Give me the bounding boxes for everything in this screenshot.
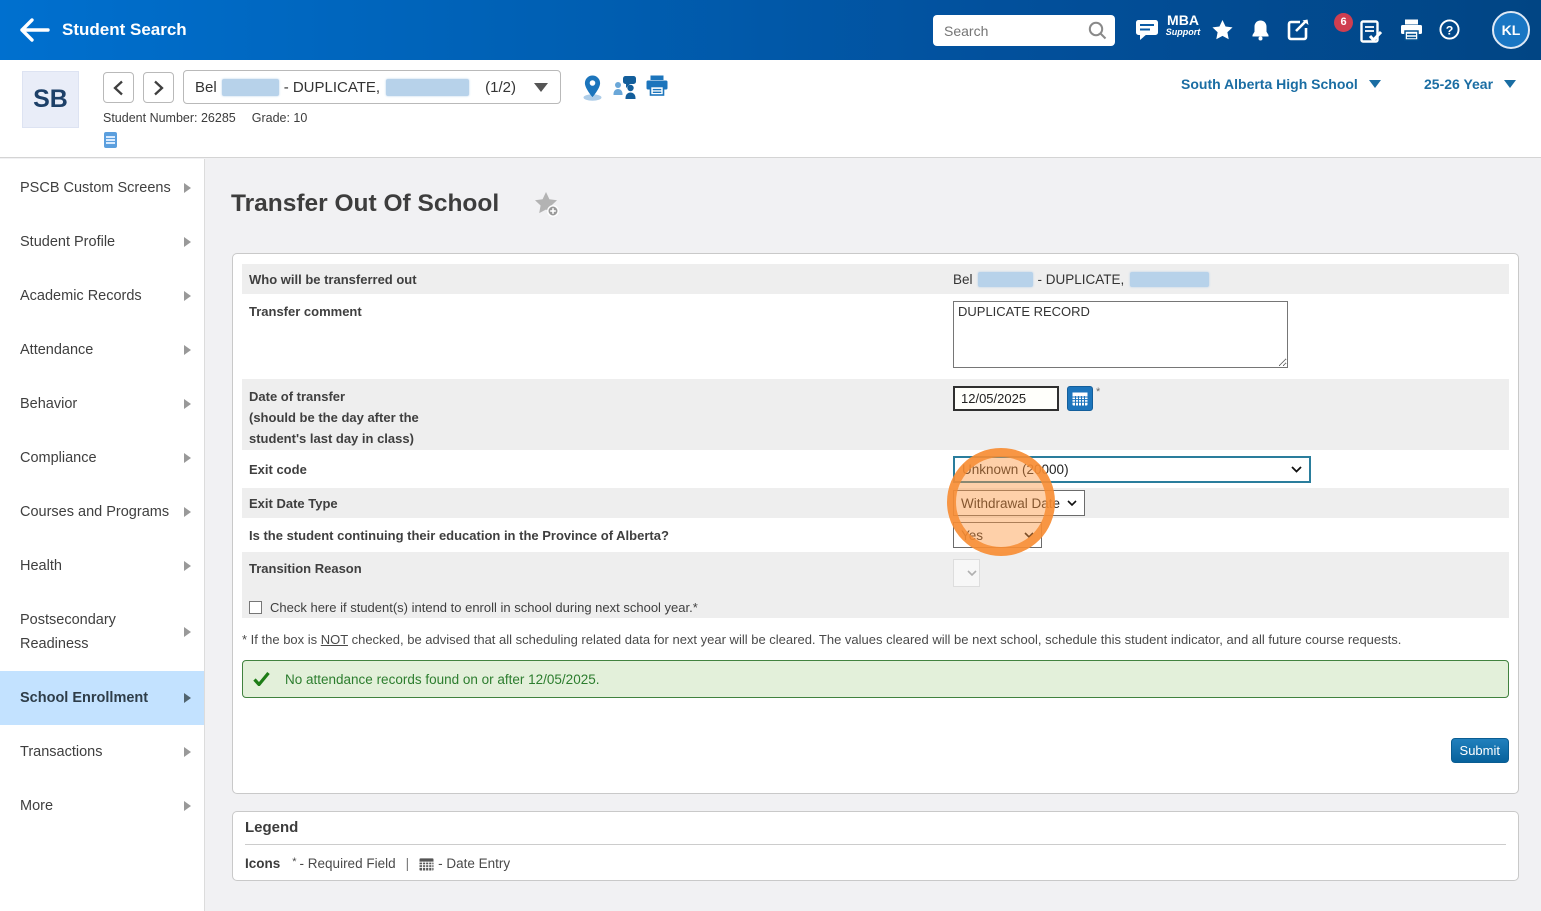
app-title: Student Search xyxy=(62,20,187,40)
mba-support-logo[interactable]: MBA Support xyxy=(1163,13,1203,37)
transition-reason-label: Transition Reason xyxy=(242,561,953,587)
exit-code-select[interactable]: Unknown (20000) xyxy=(953,456,1311,483)
student-toolbar: SB Bel - DUPLICATE, (1/2) Student Number… xyxy=(0,60,1541,158)
print-icon[interactable] xyxy=(1400,19,1423,46)
chevron-right-icon xyxy=(184,507,191,517)
success-message: No attendance records found on or after … xyxy=(285,672,599,687)
sidebar-item-student-profile[interactable]: Student Profile xyxy=(0,215,204,269)
student-note-icon[interactable] xyxy=(104,132,117,148)
redacted-name-1 xyxy=(222,79,279,96)
student-name-prefix: Bel xyxy=(195,79,217,96)
legend-title: Legend xyxy=(245,819,1506,845)
chevron-right-icon xyxy=(184,561,191,571)
sidebar-item-compliance[interactable]: Compliance xyxy=(0,431,204,485)
student-number: Student Number: 26285 xyxy=(103,111,236,125)
exit-date-type-label: Exit Date Type xyxy=(242,496,953,511)
chat-icon[interactable] xyxy=(1135,19,1159,46)
exit-date-type-select[interactable]: Withdrawal Date xyxy=(953,490,1085,516)
redacted-who-2 xyxy=(1130,272,1209,287)
top-header-bar: Student Search MBA Support 6 ? KL xyxy=(0,0,1541,60)
who-value-prefix: Bel xyxy=(953,272,973,287)
transfer-comment-textarea[interactable]: DUPLICATE RECORD xyxy=(953,301,1288,368)
date-of-transfer-input[interactable] xyxy=(953,386,1059,411)
help-icon[interactable]: ? xyxy=(1439,19,1460,45)
date-of-transfer-label: Date of transfer (should be the day afte… xyxy=(242,379,953,450)
sidebar-item-behavior[interactable]: Behavior xyxy=(0,377,204,431)
location-pin-icon[interactable] xyxy=(583,75,602,106)
chevron-right-icon xyxy=(184,345,191,355)
notifications-bell-icon[interactable] xyxy=(1250,19,1271,46)
chevron-right-icon xyxy=(184,237,191,247)
continuing-education-label: Is the student continuing their educatio… xyxy=(242,528,953,543)
sidebar-item-academic-records[interactable]: Academic Records xyxy=(0,269,204,323)
student-selector-caret xyxy=(534,83,548,92)
submit-button[interactable]: Submit xyxy=(1451,738,1509,763)
year-selector[interactable]: 25-26 Year xyxy=(1424,76,1516,92)
who-value-separator: - DUPLICATE, xyxy=(1038,272,1125,287)
sidebar-item-health[interactable]: Health xyxy=(0,539,204,593)
school-name: South Alberta High School xyxy=(1181,76,1358,92)
chevron-right-icon xyxy=(184,747,191,757)
sidebar-item-pscb-custom-screens[interactable]: PSCB Custom Screens xyxy=(0,161,204,215)
chevron-right-icon xyxy=(184,693,191,703)
student-name-separator: - DUPLICATE, xyxy=(284,79,380,96)
page-title: Transfer Out Of School xyxy=(231,190,499,218)
chevron-right-icon xyxy=(184,183,191,193)
success-check-icon xyxy=(253,672,270,686)
print-student-icon[interactable] xyxy=(646,75,668,101)
sidebar-item-school-enrollment[interactable]: School Enrollment xyxy=(0,671,204,725)
legend-calendar-icon xyxy=(419,857,434,871)
legend-card: Legend Icons * - Required Field | - Date… xyxy=(232,811,1519,881)
favorites-star-icon[interactable] xyxy=(1211,19,1234,46)
student-selector[interactable]: Bel - DUPLICATE, (1/2) xyxy=(183,70,561,104)
sidebar-item-transactions[interactable]: Transactions xyxy=(0,725,204,779)
enroll-next-year-label: Check here if student(s) intend to enrol… xyxy=(270,600,698,615)
legend-date-entry: - Date Entry xyxy=(438,856,510,871)
transfer-comment-label: Transfer comment xyxy=(242,294,953,379)
legend-required-field: - Required Field xyxy=(300,856,396,871)
sidebar-item-attendance[interactable]: Attendance xyxy=(0,323,204,377)
school-selector[interactable]: South Alberta High School xyxy=(1181,76,1381,92)
previous-student-button[interactable] xyxy=(103,72,134,103)
who-label: Who will be transferred out xyxy=(242,272,953,287)
student-initials-badge: SB xyxy=(22,71,79,128)
sidebar-item-more[interactable]: More xyxy=(0,779,204,833)
compose-icon[interactable] xyxy=(1287,19,1309,46)
transfer-form-card: Who will be transferred out Bel - DUPLIC… xyxy=(232,253,1519,794)
enroll-next-year-checkbox[interactable] xyxy=(249,601,262,614)
chevron-right-icon xyxy=(184,801,191,811)
back-arrow-button[interactable] xyxy=(19,17,51,43)
chevron-right-icon xyxy=(184,627,191,637)
sidebar-item-postsecondary-readiness[interactable]: Postsecondary Readiness xyxy=(0,593,204,671)
svg-text:?: ? xyxy=(1446,23,1454,37)
legend-icons-label: Icons xyxy=(245,856,280,871)
required-marker: * xyxy=(1096,386,1100,398)
footnote-text: * If the box is NOT checked, be advised … xyxy=(242,632,1509,647)
success-message-box: No attendance records found on or after … xyxy=(242,660,1509,698)
chevron-right-icon xyxy=(184,291,191,301)
calendar-button[interactable] xyxy=(1067,386,1093,411)
search-icon[interactable] xyxy=(1087,20,1108,46)
redacted-who-1 xyxy=(978,272,1033,287)
counselor-chat-icon[interactable] xyxy=(613,75,638,105)
favorite-page-star-icon[interactable] xyxy=(533,191,560,218)
next-student-button[interactable] xyxy=(143,72,174,103)
student-pager: (1/2) xyxy=(485,79,516,96)
sidebar-item-courses-and-programs[interactable]: Courses and Programs xyxy=(0,485,204,539)
user-avatar[interactable]: KL xyxy=(1492,11,1530,49)
continuing-education-select[interactable]: Yes xyxy=(953,522,1042,548)
school-caret xyxy=(1369,80,1381,88)
global-search xyxy=(933,15,1115,46)
chevron-right-icon xyxy=(184,399,191,409)
exit-code-label: Exit code xyxy=(242,462,953,477)
report-check-icon[interactable] xyxy=(1360,20,1382,49)
redacted-name-2 xyxy=(386,79,469,96)
student-grade: Grade: 10 xyxy=(252,111,308,125)
notification-count-badge[interactable]: 6 xyxy=(1334,13,1353,32)
chevron-right-icon xyxy=(184,453,191,463)
transition-reason-select xyxy=(953,559,980,587)
sidebar-nav: PSCB Custom Screens Student Profile Acad… xyxy=(0,159,205,911)
year-label: 25-26 Year xyxy=(1424,76,1493,92)
year-caret xyxy=(1504,80,1516,88)
